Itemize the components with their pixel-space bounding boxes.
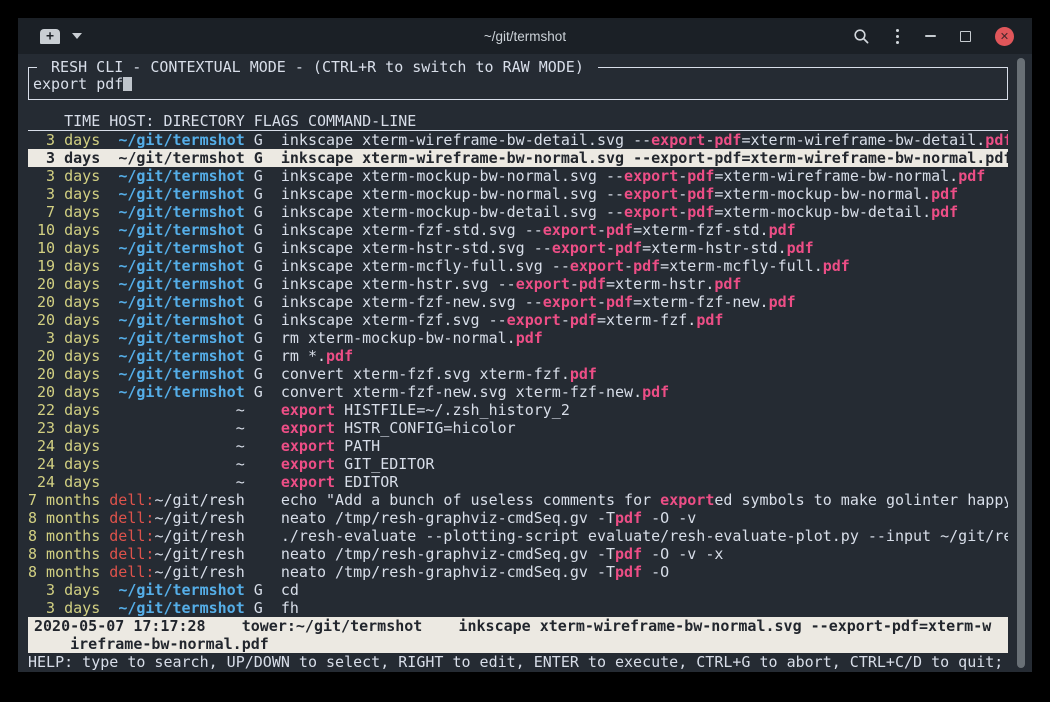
history-row[interactable]: 24 days ~ export EDITOR [28,473,1008,491]
search-query-text: export pdf [33,75,123,93]
new-tab-button[interactable]: + [40,29,60,44]
history-row[interactable]: 20 days ~/git/termshot G convert xterm-f… [28,365,1008,383]
resh-search-box: RESH CLI - CONTEXTUAL MODE - (CTRL+R to … [28,67,1008,100]
history-row[interactable]: 3 days ~/git/termshot G inkscape xterm-m… [28,167,1008,185]
status-line-2: ireframe-bw-normal.pdf [34,635,269,653]
history-table-header: TIME HOST: DIRECTORY FLAGS COMMAND-LINE [28,112,1008,131]
history-row[interactable]: 22 days ~ export HISTFILE=~/.zsh_history… [28,401,1008,419]
close-icon[interactable]: ✕ [995,27,1014,46]
history-row[interactable]: 20 days ~/git/termshot G inkscape xterm-… [28,275,1008,293]
history-row[interactable]: 8 months dell:~/git/resh ./resh-evaluate… [28,527,1008,545]
history-row[interactable]: 20 days ~/git/termshot G inkscape xterm-… [28,293,1008,311]
history-row[interactable]: 10 days ~/git/termshot G inkscape xterm-… [28,239,1008,257]
search-input[interactable]: export pdf [29,75,132,93]
terminal-window: + ~/git/termshot ✕ RESH CLI - CONTEXTUAL… [18,18,1032,672]
search-icon[interactable] [853,28,870,45]
history-list: 3 days ~/git/termshot G inkscape xterm-w… [28,131,1008,617]
history-row[interactable]: 20 days ~/git/termshot G rm *.pdf [28,347,1008,365]
history-row[interactable]: 3 days ~/git/termshot G inkscape xterm-m… [28,185,1008,203]
restore-icon[interactable] [960,31,971,42]
history-row[interactable]: 8 months dell:~/git/resh neato /tmp/resh… [28,563,1008,581]
selected-entry-status-bar: 2020-05-07 17:17:28 tower:~/git/termshot… [28,617,1008,653]
titlebar: + ~/git/termshot ✕ [18,18,1032,54]
history-row[interactable]: 24 days ~ export PATH [28,437,1008,455]
history-row[interactable]: 24 days ~ export GIT_EDITOR [28,455,1008,473]
tab-list-chevron-icon[interactable] [72,33,82,39]
history-row[interactable]: 23 days ~ export HSTR_CONFIG=hicolor [28,419,1008,437]
history-row[interactable]: 10 days ~/git/termshot G inkscape xterm-… [28,221,1008,239]
history-row[interactable]: 20 days ~/git/termshot G convert xterm-f… [28,383,1008,401]
help-line: HELP: type to search, UP/DOWN to select,… [28,653,1008,671]
terminal-content: RESH CLI - CONTEXTUAL MODE - (CTRL+R to … [18,67,1032,685]
titlebar-right: ✕ [853,27,1032,46]
history-row[interactable]: 3 days ~/git/termshot G inkscape xterm-w… [28,131,1008,149]
history-row[interactable]: 8 months dell:~/git/resh neato /tmp/resh… [28,545,1008,563]
history-row[interactable]: 20 days ~/git/termshot G inkscape xterm-… [28,311,1008,329]
history-row[interactable]: 3 days ~/git/termshot G fh [28,599,1008,617]
history-row-selected[interactable]: 3 days ~/git/termshot G inkscape xterm-w… [28,149,1008,167]
status-line-1: 2020-05-07 17:17:28 tower:~/git/termshot… [34,617,991,635]
history-row[interactable]: 8 months dell:~/git/resh neato /tmp/resh… [28,509,1008,527]
history-row[interactable]: 3 days ~/git/termshot G cd [28,581,1008,599]
menu-kebab-icon[interactable] [894,27,901,46]
history-row[interactable]: 19 days ~/git/termshot G inkscape xterm-… [28,257,1008,275]
resh-mode-title: RESH CLI - CONTEXTUAL MODE - (CTRL+R to … [37,58,598,77]
minimize-icon[interactable] [925,35,936,37]
history-row[interactable]: 3 days ~/git/termshot G rm xterm-mockup-… [28,329,1008,347]
titlebar-left: + [18,29,82,44]
scrollbar[interactable] [1017,58,1025,668]
history-row[interactable]: 7 months dell:~/git/resh echo "Add a bun… [28,491,1008,509]
history-row[interactable]: 7 days ~/git/termshot G inkscape xterm-m… [28,203,1008,221]
